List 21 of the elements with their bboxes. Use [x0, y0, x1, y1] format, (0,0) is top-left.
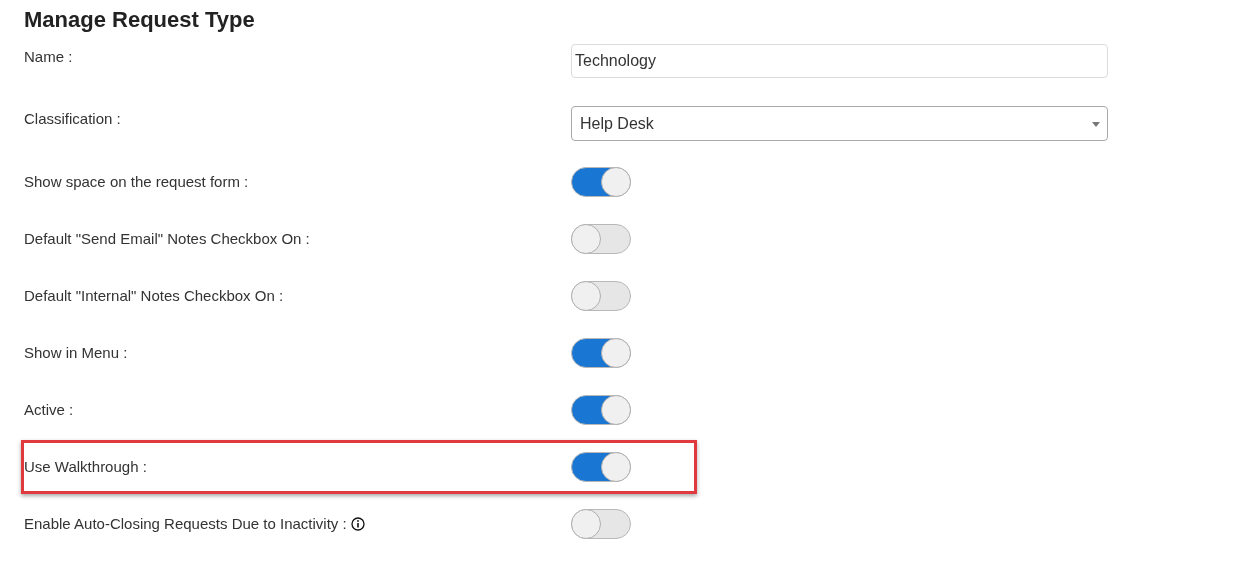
toggle-switch[interactable] — [571, 224, 631, 254]
setting-label: Enable Auto-Closing Requests Due to Inactivity : — [24, 513, 347, 534]
field-label: Name : — [24, 47, 74, 67]
page-title: Manage Request Type — [23, 6, 256, 34]
toggle-switch[interactable] — [571, 452, 631, 482]
setting-label: Show space on the request form : — [24, 171, 249, 192]
setting-label: Default "Send Email" Notes Checkbox On : — [24, 228, 310, 249]
toggle-switch[interactable] — [571, 281, 631, 311]
toggle-switch[interactable] — [571, 395, 631, 425]
field-label: Classification : — [24, 109, 122, 129]
setting-label: Use Walkthrough : — [24, 456, 147, 477]
caret-icon — [1092, 122, 1100, 127]
classification-select[interactable]: Help Desk — [571, 106, 1108, 141]
toggle-switch[interactable] — [571, 509, 631, 539]
setting-label: Show in Menu : — [24, 342, 128, 363]
setting-label: Active : — [24, 399, 74, 420]
info-icon[interactable] — [350, 517, 365, 531]
setting-label: Default "Internal" Notes Checkbox On : — [24, 285, 284, 306]
toggle-switch[interactable] — [571, 167, 631, 197]
toggle-switch[interactable] — [571, 338, 631, 368]
name-field[interactable]: Technology — [571, 44, 1108, 78]
